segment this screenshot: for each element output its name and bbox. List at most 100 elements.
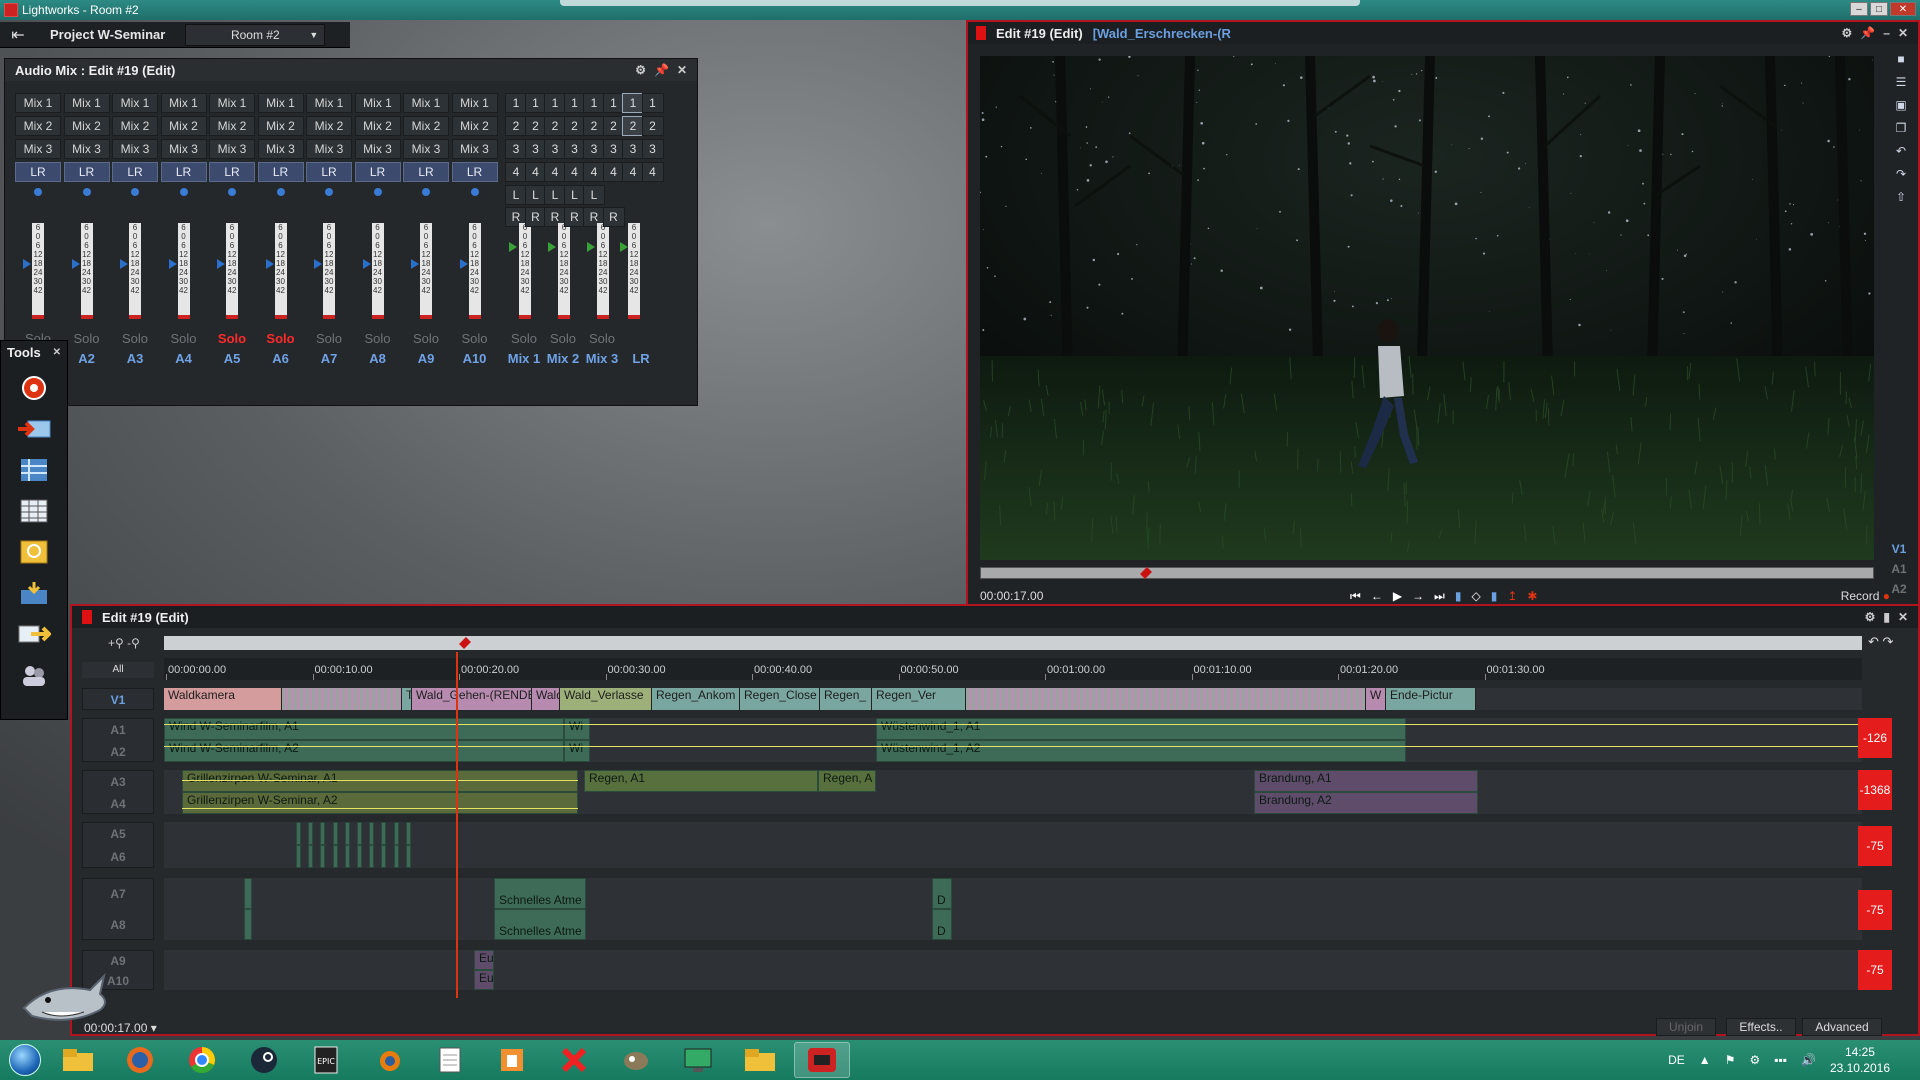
volume-readout[interactable]: -1368 <box>1858 770 1892 810</box>
close-window-button[interactable]: ✕ <box>1890 2 1916 16</box>
short-clip[interactable] <box>308 845 314 868</box>
mix-route-button[interactable]: Mix 3 <box>257 139 304 159</box>
track-row-a5-a6[interactable] <box>164 822 1862 868</box>
xmind-icon[interactable] <box>546 1042 602 1078</box>
track-row-v1[interactable]: Waldkamera T Wald_Gehen-(RENDER Wald Wal… <box>164 688 1862 710</box>
lr-route-button[interactable]: LR <box>160 162 207 182</box>
mix-route-button[interactable]: Mix 1 <box>403 93 449 113</box>
track-row-a7-a8[interactable]: Schnelles Atme Schnelles Atme D D <box>164 878 1862 940</box>
zoom-out-icon[interactable]: -⚲ <box>127 636 140 650</box>
timeline-scrollbar[interactable] <box>164 636 1862 650</box>
layers-icon[interactable]: ☰ <box>1890 75 1912 95</box>
clip-v1-striped[interactable] <box>282 688 402 710</box>
clip-v1[interactable]: Regen_ <box>820 688 872 710</box>
short-clip[interactable] <box>393 822 399 845</box>
play-icon[interactable]: ▶ <box>1393 589 1402 604</box>
mix-route-button[interactable]: Mix 2 <box>209 116 255 136</box>
folder-icon[interactable]: ■ <box>1890 52 1912 72</box>
mix-route-button[interactable]: Mix 2 <box>160 116 207 136</box>
mix-route-button[interactable]: Mix 1 <box>112 93 158 113</box>
volume-icon[interactable]: 🔊 <box>1801 1053 1816 1067</box>
mix-route-button[interactable]: Mix 2 <box>112 116 158 136</box>
mix-route-button[interactable]: Mix 1 <box>451 93 498 113</box>
clip-v1[interactable]: W <box>1366 688 1386 710</box>
clip-a3[interactable]: Grillenzirpen W-Seminar, A1 <box>182 770 578 792</box>
clip-a8[interactable]: Schnelles Atme <box>494 909 586 940</box>
volume-line[interactable] <box>164 746 1862 747</box>
solo-button[interactable]: Solo <box>64 331 110 346</box>
video-frame[interactable] <box>980 56 1874 560</box>
short-clip[interactable] <box>369 845 375 868</box>
bus-number-button[interactable]: 2 <box>641 116 664 136</box>
bins-icon[interactable] <box>16 455 52 485</box>
pan-knob-icon[interactable] <box>34 188 42 196</box>
volume-readout[interactable]: -75 <box>1858 950 1892 990</box>
tray-expand-icon[interactable]: ▲ <box>1699 1053 1711 1067</box>
gimp-icon[interactable] <box>608 1042 664 1078</box>
track-a1[interactable]: A1 <box>1886 562 1912 582</box>
mix-route-button[interactable]: Mix 2 <box>63 116 110 136</box>
short-clip[interactable] <box>381 822 387 845</box>
solo-button[interactable]: Solo <box>452 331 498 346</box>
clip-a7[interactable]: Schnelles Atme <box>494 878 586 909</box>
volume-line[interactable] <box>182 780 578 781</box>
viewer-timecode[interactable]: 00:00:17.00 <box>980 589 1100 603</box>
mark-clear-icon[interactable]: ◇ <box>1471 589 1480 604</box>
short-clip[interactable] <box>393 845 399 868</box>
right-channel-button[interactable]: R <box>602 207 625 227</box>
redo-icon[interactable]: ↷ <box>1883 634 1894 649</box>
solo-button[interactable]: Solo <box>355 331 401 346</box>
skip-start-icon[interactable]: ⏮ <box>1350 589 1361 604</box>
close-icon[interactable]: ✕ <box>1898 26 1908 40</box>
short-clip[interactable] <box>344 822 350 845</box>
copy-icon[interactable]: ❐ <box>1890 121 1912 141</box>
clip-v1[interactable]: Wald <box>532 688 560 710</box>
left-channel-button[interactable]: L <box>583 185 605 205</box>
short-clip[interactable] <box>344 845 350 868</box>
timeline-ruler[interactable]: 00:00:00.00 00:00:10.00 00:00:20.00 00:00:3… <box>164 658 1862 680</box>
solo-button[interactable]: Solo <box>258 331 304 346</box>
export-icon[interactable] <box>16 578 52 608</box>
clock[interactable]: 14:25 23.10.2016 <box>1830 1044 1890 1076</box>
track-label-v1[interactable]: V1 <box>82 688 154 710</box>
pan-knob-icon[interactable] <box>373 188 382 196</box>
pin-icon[interactable]: ✕ <box>53 347 61 358</box>
clip-a1[interactable]: Wi <box>564 718 590 740</box>
clip-v1[interactable]: Regen_Close <box>740 688 820 710</box>
clip-v1[interactable]: Regen_Ver <box>872 688 966 710</box>
fader-handle-icon[interactable] <box>587 242 595 252</box>
effects-button[interactable]: Effects.. <box>1726 1018 1796 1036</box>
clip-a8[interactable]: D <box>932 909 952 940</box>
fader-handle-icon[interactable] <box>509 242 517 252</box>
volume-line[interactable] <box>164 724 1862 725</box>
solo-button[interactable]: Solo <box>579 331 625 346</box>
short-clip[interactable] <box>381 845 387 868</box>
minimize-button[interactable]: – <box>1850 2 1868 16</box>
clip-a7[interactable] <box>244 878 252 909</box>
short-clip[interactable] <box>332 845 338 868</box>
clip-a10[interactable]: Eu <box>474 970 494 990</box>
mix-route-button[interactable]: Mix 3 <box>451 139 498 159</box>
steam-icon[interactable] <box>236 1042 292 1078</box>
fader-handle-icon[interactable] <box>217 259 225 269</box>
volume-readout[interactable]: -75 <box>1858 890 1892 930</box>
mix-route-button[interactable]: Mix 1 <box>257 93 304 113</box>
search-icon[interactable] <box>16 537 52 567</box>
mix-route-button[interactable]: Mix 1 <box>63 93 110 113</box>
solo-button[interactable]: Solo <box>209 331 255 346</box>
flag-icon[interactable]: ⚑ <box>1725 1053 1736 1067</box>
clip-a2[interactable]: Wind W-Seminarfilm, A2 <box>164 740 564 762</box>
clip-a2[interactable]: Wüstenwind_1, A2 <box>876 740 1406 762</box>
mark-in-icon[interactable]: ▮ <box>1455 589 1462 604</box>
track-label-a7-a8[interactable]: A7 A8 <box>82 878 154 940</box>
archive-icon[interactable] <box>484 1042 540 1078</box>
notepad-icon[interactable] <box>422 1042 478 1078</box>
step-forward-icon[interactable]: → <box>1412 589 1424 604</box>
short-clip[interactable] <box>296 822 301 845</box>
track-row-a9-a10[interactable]: Eu Eu <box>164 950 1862 990</box>
clip-v1[interactable]: T <box>402 688 412 710</box>
clip-a1[interactable]: Wind W-Seminarfilm, A1 <box>164 718 564 740</box>
minimize-icon[interactable]: – <box>1883 26 1890 40</box>
mix-route-button[interactable]: Mix 2 <box>354 116 401 136</box>
timeline-playhead[interactable] <box>456 652 458 998</box>
